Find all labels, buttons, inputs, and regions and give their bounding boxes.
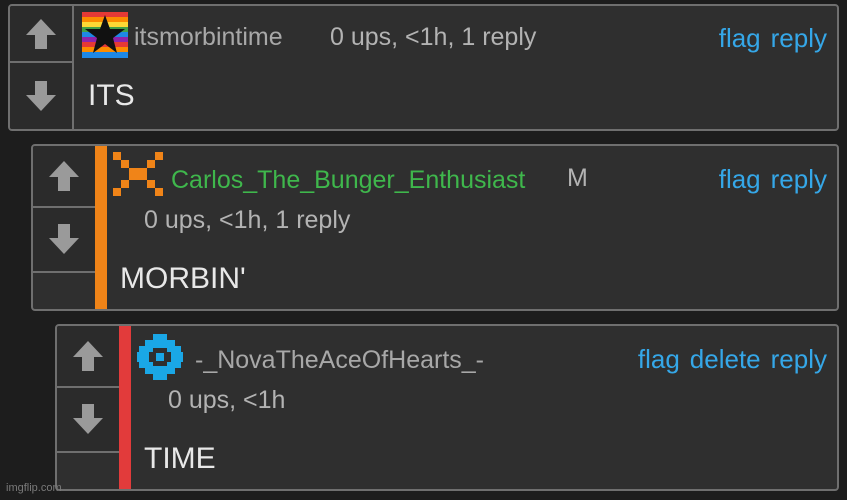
comment-meta: 0 ups, <1h, 1 reply [144,206,351,234]
comment-3: -_NovaTheAceOfHearts_- flag delete reply… [55,324,839,491]
comment-1: itsmorbintime 0 ups, <1h, 1 reply flag r… [8,4,839,131]
downvote-button[interactable] [10,63,72,129]
mod-badge: M [567,164,588,192]
comment-body: itsmorbintime 0 ups, <1h, 1 reply flag r… [74,6,837,129]
flag-link[interactable]: flag [638,346,680,372]
orange-x-icon[interactable] [113,152,163,196]
arrow-down-icon [73,403,103,434]
arrow-down-icon [26,81,56,112]
flag-link[interactable]: flag [719,25,761,51]
comment-actions: flag reply [719,166,827,192]
delete-link[interactable]: delete [690,346,761,372]
arrow-up-icon [26,18,56,49]
vote-column [10,6,74,129]
comment-text: MORBIN' [120,262,246,295]
comment-2: Carlos_The_Bunger_Enthusiast M flag repl… [31,144,839,311]
watermark: imgflip.com [6,482,62,494]
comment-body: Carlos_The_Bunger_Enthusiast M flag repl… [107,146,837,309]
arrow-down-icon [49,223,79,254]
upvote-button[interactable] [57,326,119,388]
reply-link[interactable]: reply [771,166,827,192]
comment-actions: flag reply [719,25,827,51]
comment-thread: itsmorbintime 0 ups, <1h, 1 reply flag r… [0,0,847,500]
blue-diamond-icon[interactable] [137,334,183,380]
comment-text: TIME [144,442,216,475]
upvote-button[interactable] [33,146,95,208]
reply-link[interactable]: reply [771,25,827,51]
comment-text: ITS [88,79,135,112]
username[interactable]: -_NovaTheAceOfHearts_- [195,348,484,373]
comment-meta: 0 ups, <1h, 1 reply [330,23,537,51]
username[interactable]: Carlos_The_Bunger_Enthusiast [171,168,525,193]
reply-link[interactable]: reply [771,346,827,372]
flag-link[interactable]: flag [719,166,761,192]
comment-actions: flag delete reply [638,346,827,372]
comment-body: -_NovaTheAceOfHearts_- flag delete reply… [131,326,837,489]
downvote-button[interactable] [33,208,95,269]
comment-meta: 0 ups, <1h [168,386,286,414]
downvote-button[interactable] [57,388,119,449]
reply-accent-bar [95,146,107,309]
reply-accent-bar [119,326,131,489]
arrow-up-icon [49,161,79,191]
username[interactable]: itsmorbintime [134,25,283,50]
arrow-up-icon [73,341,103,371]
upvote-button[interactable] [10,6,72,64]
rainbow-star-icon[interactable] [82,12,128,58]
vote-column [57,326,119,453]
vote-column [33,146,95,273]
